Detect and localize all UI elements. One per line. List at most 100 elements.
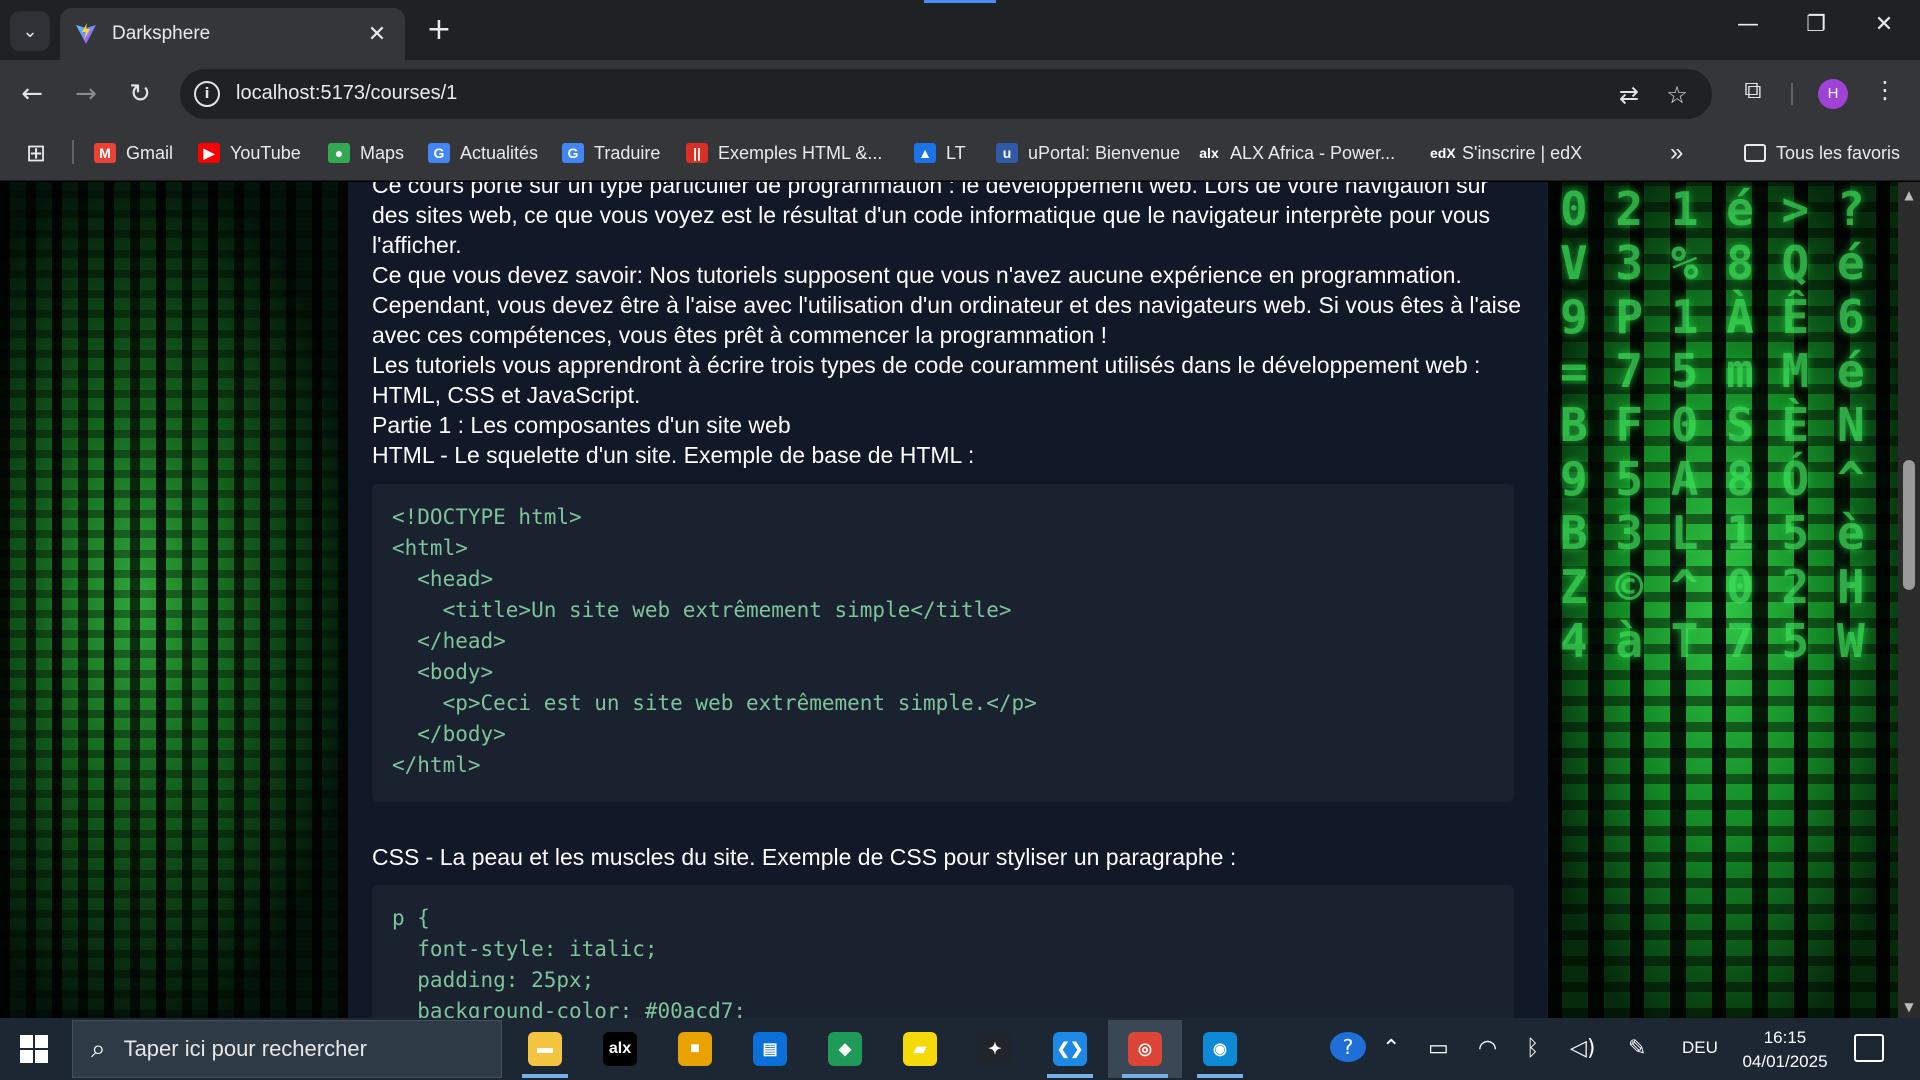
profile-avatar[interactable]: H	[1818, 79, 1848, 109]
edge-icon: ◉	[1203, 1032, 1237, 1066]
windows-taskbar: ⌕ Taper ici pour rechercher ▬ alx ■ ▤ ◆ ▰ ✦ ❮❯ ◎…	[0, 1018, 1920, 1080]
url-text[interactable]: localhost:5173/courses/1	[236, 82, 457, 105]
microsoft-store-icon: ■	[678, 1032, 712, 1066]
running-indicator	[522, 1074, 568, 1078]
bookmark-label: Exemples HTML &...	[718, 142, 883, 163]
taskbar-search[interactable]: ⌕ Taper ici pour rechercher	[72, 1020, 502, 1078]
vite-icon	[76, 23, 96, 44]
taskbar-app-sticky-notes[interactable]: ▰	[883, 1020, 957, 1078]
vscode-icon: ❮❯	[1053, 1032, 1087, 1066]
notification-center-icon[interactable]	[1854, 1034, 1884, 1062]
windows-start-icon[interactable]	[20, 1035, 48, 1063]
toolbar-divider	[1791, 83, 1793, 105]
taskbar-app-git-app[interactable]: ◆	[808, 1020, 882, 1078]
tab-close-icon[interactable]: ✕	[363, 22, 391, 47]
menu-icon[interactable]: ⋮	[1868, 76, 1902, 104]
git-app-icon: ◆	[828, 1032, 862, 1066]
pen-icon[interactable]: ✎	[1628, 1036, 1646, 1061]
reload-button[interactable]: ↻	[122, 76, 158, 112]
translate-icon: G	[562, 143, 584, 163]
bookmarks-bar: ⊞ M Gmail ▶ YouTube ● Maps G Actualités G Traduir…	[0, 127, 1920, 181]
bookmark-traduire[interactable]: G Traduire	[562, 139, 660, 167]
taskbar-app-microsoft-store[interactable]: ■	[658, 1020, 732, 1078]
bookmark-label: Traduire	[594, 142, 661, 163]
bookmark-star-icon[interactable]: ☆	[1662, 81, 1692, 109]
tutorials-paragraph: Les tutoriels vous apprendront à écrire …	[372, 352, 1481, 408]
apps-grid-icon[interactable]: ⊞	[26, 139, 46, 167]
taskbar-clock[interactable]: 16:15 04/01/2025	[1730, 1026, 1840, 1074]
scroll-thumb[interactable]	[1903, 460, 1915, 590]
search-icon: ⌕	[91, 1033, 106, 1064]
bookmark-maps[interactable]: ● Maps	[328, 139, 404, 167]
new-tab-button[interactable]: +	[424, 14, 454, 46]
extensions-icon[interactable]: ⧉	[1736, 76, 1770, 104]
scroll-up-arrow[interactable]: ▲	[1898, 188, 1920, 202]
lt-icon: ▲	[914, 143, 936, 163]
bookmark-label: Gmail	[126, 142, 174, 163]
restore-button[interactable]: ❐	[1796, 12, 1836, 37]
page-scrollbar[interactable]: ▲ ▼	[1898, 182, 1920, 1018]
youtube-icon: ▶	[198, 143, 220, 163]
bookmark-exemples-html[interactable]: || Exemples HTML &...	[686, 139, 882, 167]
bookmark-label: LT	[946, 142, 966, 163]
edx-icon: edX	[1430, 143, 1456, 163]
browser-titlebar: ⌄ Darksphere ✕ + — ❐ ✕	[0, 0, 1920, 60]
taskbar-search-placeholder: Taper ici pour rechercher	[123, 1036, 367, 1061]
translate-icon[interactable]: ⇄	[1614, 81, 1644, 109]
file-explorer-icon: ▬	[528, 1032, 562, 1066]
taskbar-app-edge[interactable]: ◉	[1183, 1020, 1257, 1078]
taskbar-app-alx-app[interactable]: alx	[583, 1020, 657, 1078]
wifi-icon[interactable]: ◠	[1478, 1036, 1497, 1061]
active-tab[interactable]: Darksphere ✕	[60, 8, 405, 60]
page-viewport: 0 2 1 é > ? V 3 % 8 Q é 9 P 1 À Ê 6 = 7 …	[0, 182, 1898, 1018]
bookmark-youtube[interactable]: ▶ YouTube	[198, 139, 301, 167]
back-button[interactable]: ←	[14, 76, 50, 112]
prerequisites-paragraph: Ce que vous devez savoir: Nos tutoriels …	[372, 262, 1522, 348]
help-icon[interactable]: ?	[1330, 1032, 1366, 1062]
bookmark-uportal-bienvenue[interactable]: u uPortal: Bienvenue	[996, 139, 1180, 167]
tab-search-button[interactable]: ⌄	[10, 11, 50, 51]
running-indicator	[1122, 1074, 1168, 1078]
language-indicator[interactable]: DEU	[1682, 1038, 1718, 1058]
show-hidden-icons[interactable]: ⌃	[1382, 1036, 1400, 1061]
bookmark-alx-africa-power[interactable]: alx ALX Africa - Power...	[1198, 139, 1395, 167]
all-bookmarks-label: Tous les favoris	[1776, 142, 1901, 163]
taskbar-app-dev-app[interactable]: ✦	[958, 1020, 1032, 1078]
alx-app-icon: alx	[603, 1032, 637, 1066]
bookmark-label: Actualités	[460, 142, 539, 163]
minimize-button[interactable]: —	[1728, 12, 1768, 37]
bookmark-gmail[interactable]: M Gmail	[94, 139, 173, 167]
bookmark-label: S'inscrire | edX	[1462, 142, 1583, 163]
html-heading: HTML - Le squelette d'un site. Exemple d…	[372, 442, 975, 468]
bluetooth-icon[interactable]: ᛒ	[1526, 1036, 1539, 1061]
bookmark-actualit-s[interactable]: G Actualités	[428, 139, 538, 167]
taskbar-app-chrome[interactable]: ◎	[1108, 1020, 1182, 1078]
taskbar-app-file-explorer[interactable]: ▬	[508, 1020, 582, 1078]
w3-icon: ||	[686, 143, 708, 163]
all-bookmarks-button[interactable]: Tous les favoris	[1744, 139, 1900, 167]
html-code-block: <!DOCTYPE html> <html> <head> <title>Un …	[372, 484, 1514, 802]
close-window-button[interactable]: ✕	[1864, 12, 1904, 37]
site-info-icon[interactable]: i	[194, 81, 220, 107]
matrix-glyphs: 0 2 1 é > ? V 3 % 8 Q é 9 P 1 À Ê 6 = 7 …	[1560, 182, 1865, 668]
bookmark-lt[interactable]: ▲ LT	[914, 139, 966, 167]
css-code-block: p { font-style: italic; padding: 25px; b…	[372, 885, 1514, 1018]
clock-date: 04/01/2025	[1742, 1052, 1828, 1071]
address-bar[interactable]: i localhost:5173/courses/1 ⇄ ☆	[180, 69, 1712, 119]
taskbar-app-news-app[interactable]: ▤	[733, 1020, 807, 1078]
taskbar-app-vscode[interactable]: ❮❯	[1033, 1020, 1107, 1078]
browser-toolbar: ← → ↻ i localhost:5173/courses/1 ⇄ ☆ ⧉ H…	[0, 60, 1920, 127]
forward-button[interactable]: →	[68, 76, 104, 112]
volume-icon[interactable]: ◁)	[1570, 1036, 1596, 1061]
uportal-icon: u	[996, 143, 1018, 163]
tab-title: Darksphere	[112, 23, 211, 44]
battery-icon[interactable]: ▭	[1428, 1036, 1449, 1061]
running-indicator	[1047, 1074, 1093, 1078]
chevron-down-icon: ⌄	[22, 20, 38, 42]
bookmark-s-inscrire-edx[interactable]: edX S'inscrire | edX	[1430, 139, 1582, 167]
bookmarks-divider	[72, 140, 74, 164]
running-indicator	[1197, 1074, 1243, 1078]
intro-paragraph: Ce cours porte sur un type particulier d…	[372, 182, 1490, 258]
scroll-down-arrow[interactable]: ▼	[1898, 1000, 1920, 1014]
bookmarks-more-icon[interactable]: »	[1670, 139, 1683, 167]
